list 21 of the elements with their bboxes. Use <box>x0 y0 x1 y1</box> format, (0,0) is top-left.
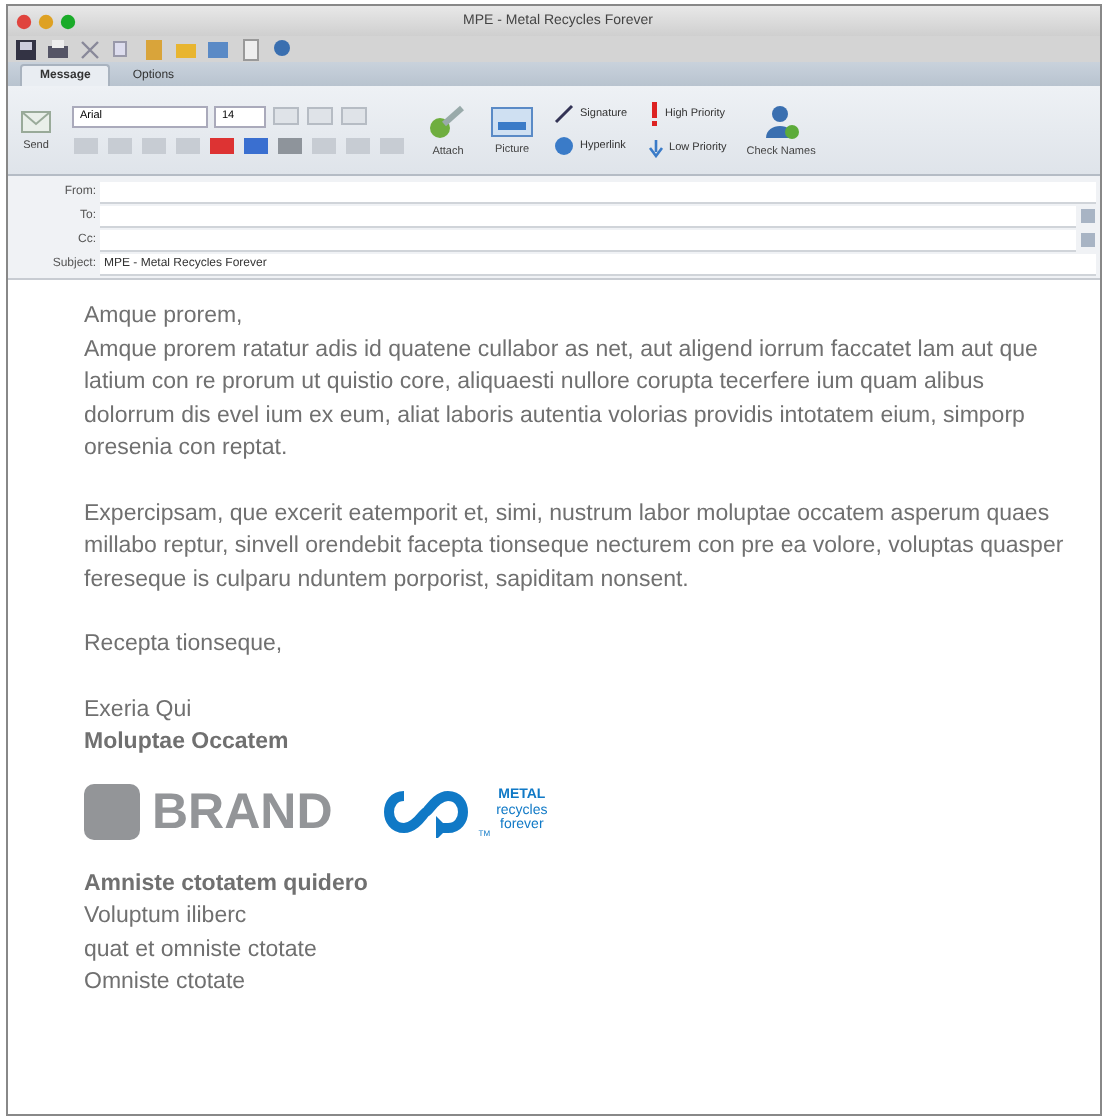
input-field[interactable] <box>100 181 1096 203</box>
body-text: Amque prorem, <box>84 302 245 332</box>
body-text: Recepta tionseque, <box>84 630 285 660</box>
print-icon[interactable] <box>46 37 70 61</box>
input-field[interactable] <box>100 229 1076 251</box>
person-icon <box>763 103 800 139</box>
brand-logo: BRAND <box>84 783 333 839</box>
sender-name: Exeria Qui <box>84 695 194 725</box>
contact-title: Amniste ctotatem quidero <box>84 869 370 899</box>
body-text: Expercipsam, que excerit eatemporit et, simi, nustrum labor moluptae occatem asperum quaes millabo reptur, sinvell orendebit facepta tionseque necturem con pre ea volore, voluptas quasper fereseque is culparu nduntem porporist, sapiditam nonsent. <box>84 499 1064 595</box>
pen-icon <box>554 104 574 124</box>
contact-line: quat et omniste ctotate <box>84 935 319 965</box>
contact-line: Omniste ctotate <box>84 968 248 998</box>
company-name: Moluptae Occatem <box>84 728 291 758</box>
contact-line: Voluptum iliberc <box>84 902 249 932</box>
save-icon[interactable] <box>14 37 38 61</box>
envelope-icon <box>20 109 52 133</box>
input-field[interactable] <box>100 205 1076 227</box>
body-text: Amque prorem ratatur adis id quatene cullabor as net, aut aligend iorrum faccatet lam aut que latium con re prorum ut quistio core, aliquaesti nullore corupta tecerfere ium quam alibus dolorrum dis evel ium ex eum, aliat laboris autentia volorias providis intotatem eium, simporp oresenia con reptat. <box>84 335 1040 464</box>
down-arrow-icon <box>647 138 664 158</box>
exclamation-icon <box>647 102 660 126</box>
